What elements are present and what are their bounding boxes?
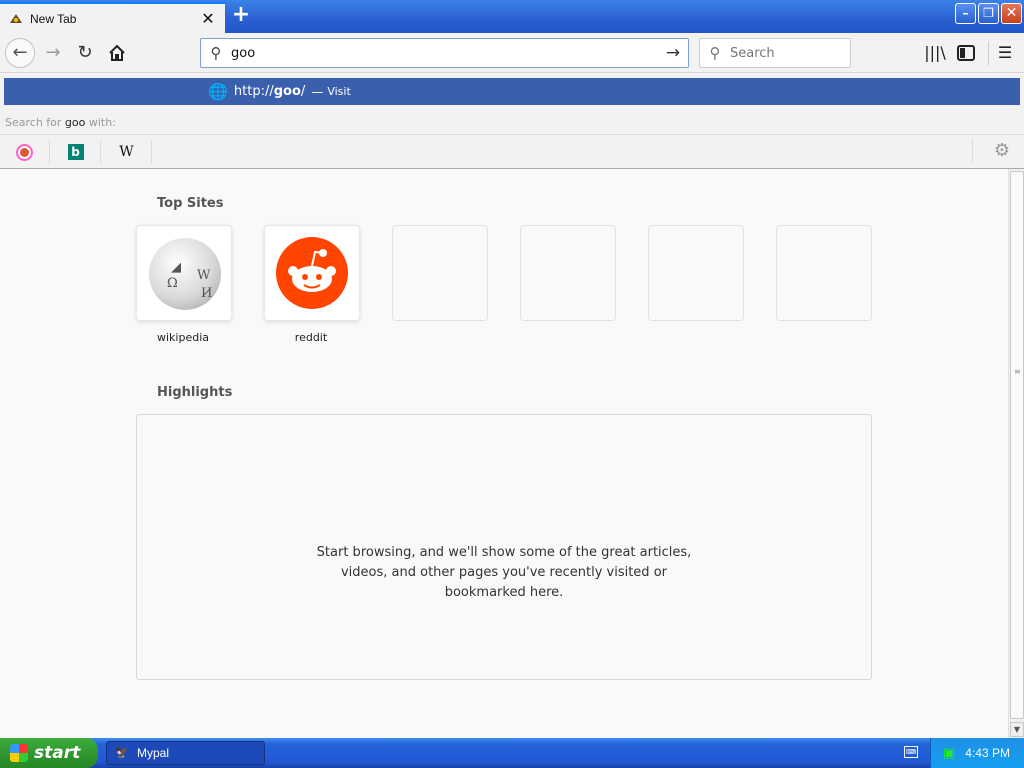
sidebar-button[interactable]	[955, 42, 977, 64]
engine-bing[interactable]: b	[51, 140, 101, 164]
grip-icon: ≡	[1014, 367, 1021, 376]
navigation-toolbar: ← → ↻ ⚲ → ⚲ |||\ ☰	[0, 33, 1024, 73]
minimize-button[interactable]: –	[955, 3, 976, 24]
scrollbar-thumb[interactable]: ≡	[1010, 171, 1024, 719]
go-arrow-icon[interactable]: →	[658, 43, 688, 63]
task-label: Mypal	[137, 746, 170, 760]
toolbar-separator	[988, 41, 989, 65]
windows-flag-icon	[10, 744, 28, 762]
arrow-right-icon: →	[45, 42, 61, 63]
search-icon: ⚲	[709, 44, 721, 62]
top-site-placeholder	[392, 225, 488, 321]
highlights-empty-box: Start browsing, and we'll show some of t…	[136, 414, 872, 680]
top-site-label: wikipedia	[156, 331, 209, 344]
close-tab-icon[interactable]: ✕	[197, 8, 219, 30]
mypal-favicon-icon	[10, 13, 22, 23]
autocomplete-popup: 🌐 http://goo/ — Visit Search for goo wit…	[0, 74, 1024, 169]
reddit-icon	[276, 237, 348, 309]
top-site-tile-reddit[interactable]	[264, 225, 360, 321]
arrow-left-icon: ←	[12, 42, 28, 63]
wikipedia-icon: W	[119, 144, 134, 160]
network-icon[interactable]: ▣	[943, 745, 955, 761]
suggestion-row[interactable]: 🌐 http://goo/ — Visit	[4, 78, 1020, 105]
suggestion-action: Visit	[327, 85, 351, 98]
tab-title: New Tab	[30, 11, 77, 26]
sidebar-icon	[957, 45, 975, 61]
forward-button[interactable]: →	[39, 39, 67, 67]
reload-button[interactable]: ↻	[71, 39, 99, 67]
search-engines-row: b W ⚙	[0, 134, 1024, 168]
library-button[interactable]: |||\	[924, 42, 946, 64]
suggestion-url: http://goo/	[233, 84, 306, 99]
reload-icon: ↻	[77, 42, 93, 63]
close-window-button[interactable]: ✕	[1001, 3, 1022, 24]
engine-duckduckgo[interactable]	[0, 140, 50, 164]
top-sites-title: Top Sites	[157, 196, 224, 211]
tab-new-tab[interactable]: New Tab ✕	[0, 2, 225, 33]
restore-button[interactable]: ❐	[978, 3, 999, 24]
top-site-label: reddit	[294, 331, 328, 344]
search-with-label: Search for goo with:	[5, 116, 116, 129]
search-bar[interactable]: ⚲	[699, 38, 851, 68]
top-site-placeholder	[776, 225, 872, 321]
scroll-down-arrow-icon[interactable]: ▼	[1010, 722, 1024, 737]
hamburger-icon: ☰	[997, 43, 1013, 62]
search-settings-gear-icon[interactable]: ⚙	[994, 140, 1010, 161]
back-button[interactable]: ←	[5, 38, 35, 68]
mypal-task-icon: 🦅	[115, 747, 129, 759]
vertical-scrollbar[interactable]: ≡ ▼	[1008, 169, 1024, 738]
top-site-tile-wikipedia[interactable]: ◢ Ω W И	[136, 225, 232, 321]
taskbar: start 🦅 Mypal ⌨ ▣ 4:43 PM	[0, 738, 1024, 768]
globe-icon: 🌐	[208, 82, 228, 101]
search-icon: ⚲	[210, 44, 222, 62]
window-controls: – ❐ ✕	[955, 3, 1022, 24]
url-input[interactable]	[231, 45, 658, 61]
start-button[interactable]: start	[0, 738, 98, 768]
highlights-empty-message: Start browsing, and we'll show some of t…	[316, 545, 692, 600]
url-bar[interactable]: ⚲ →	[200, 38, 689, 68]
search-input[interactable]	[730, 45, 840, 61]
start-label: start	[34, 743, 81, 763]
home-icon	[109, 44, 125, 61]
new-tab-button[interactable]: +	[230, 4, 252, 27]
library-icon: |||\	[924, 43, 946, 62]
keyboard-icon[interactable]: ⌨	[904, 746, 918, 758]
bing-icon: b	[67, 144, 84, 160]
wikipedia-globe-icon: ◢ Ω W И	[149, 238, 221, 310]
engines-separator	[972, 139, 973, 163]
tab-bar: New Tab ✕ + – ❐ ✕	[0, 0, 1024, 33]
top-site-placeholder	[648, 225, 744, 321]
engine-wikipedia[interactable]: W	[102, 140, 152, 164]
highlights-title: Highlights	[157, 385, 233, 400]
menu-button[interactable]: ☰	[994, 42, 1016, 64]
clock: 4:43 PM	[965, 746, 1010, 760]
suggestion-dash: —	[311, 84, 324, 99]
home-button[interactable]	[103, 39, 131, 67]
top-site-placeholder	[520, 225, 616, 321]
duckduckgo-icon	[16, 143, 33, 161]
new-tab-content: Top Sites ◢ Ω W И wikipedia reddit Highl…	[0, 169, 1008, 738]
taskbar-item-mypal[interactable]: 🦅 Mypal	[106, 741, 265, 765]
system-tray: ▣ 4:43 PM	[930, 738, 1024, 768]
